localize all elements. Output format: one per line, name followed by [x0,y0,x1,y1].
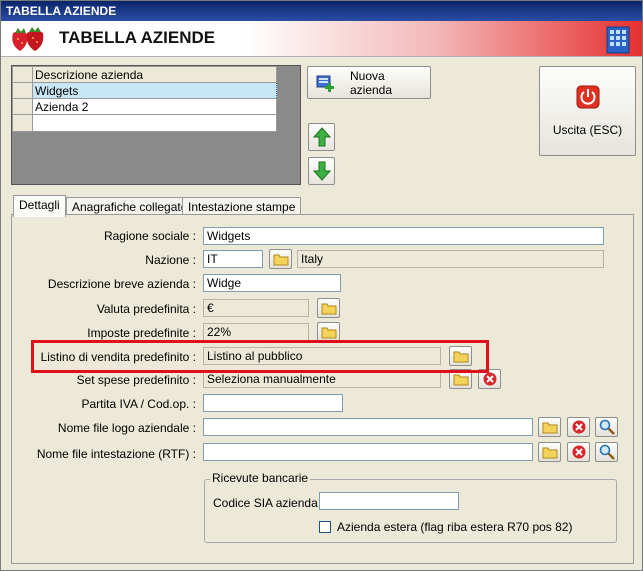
column-header-descrizione[interactable]: Descrizione azienda [32,66,277,83]
azienda-estera-checkbox[interactable] [319,521,331,533]
new-company-label: Nuova azienda [349,68,393,97]
folder-icon [453,374,468,386]
set-spese-label: Set spese predefinito : [76,373,196,387]
table-row[interactable]: Widgets [12,82,277,99]
logo-file-label: Nome file logo aziendale : [57,421,196,435]
row-indicator[interactable] [12,114,33,132]
power-icon [576,85,599,109]
imposte-field: 22% [203,323,309,341]
table-row-new[interactable] [12,114,277,132]
intestazione-file-label: Nome file intestazione (RTF) : [36,447,196,461]
table-header-row: Descrizione azienda [12,66,277,83]
logo-file-field[interactable] [203,418,533,436]
arrow-up-icon [312,127,331,147]
table-cell[interactable]: Widgets [32,82,277,99]
exit-button[interactable]: Uscita (ESC) [539,66,636,156]
move-up-button[interactable] [308,123,335,151]
intestazione-browse-button[interactable] [538,442,561,462]
exit-label: Uscita (ESC) [552,123,623,137]
partita-iva-field[interactable] [203,394,343,412]
row-indicator[interactable] [12,82,33,99]
delete-icon [572,445,585,459]
table-cell[interactable]: Azienda 2 [32,98,277,115]
table-cell[interactable] [32,114,277,132]
add-company-icon [316,75,334,92]
partita-iva-label: Partita IVA / Cod.op. : [81,397,196,411]
window-titlebar: TABELLA AZIENDE [1,1,642,21]
logo-clear-button[interactable] [567,417,590,437]
folder-icon [273,254,288,266]
valuta-label: Valuta predefinita : [96,302,196,316]
nazione-label: Nazione : [145,253,196,267]
logo-preview-button[interactable] [595,417,618,437]
building-icon [606,26,630,54]
highlight-annotation [31,340,489,373]
folder-icon [321,303,336,315]
intestazione-preview-button[interactable] [595,442,618,462]
nazione-code-field[interactable]: IT [203,250,263,268]
company-table: Descrizione azienda Widgets Azienda 2 [12,66,277,132]
folder-icon [542,422,557,434]
folder-icon [321,327,336,339]
delete-icon [483,372,496,386]
magnifier-icon [599,444,615,460]
nazione-browse-button[interactable] [269,249,292,269]
intestazione-file-field[interactable] [203,443,533,461]
move-down-button[interactable] [308,157,335,185]
valuta-browse-button[interactable] [317,298,340,318]
delete-icon [572,420,585,434]
imposte-label: Imposte predefinite : [87,326,196,340]
magnifier-icon [599,419,615,435]
descrizione-breve-label: Descrizione breve azienda : [47,277,196,291]
arrow-down-icon [312,161,331,181]
new-company-button[interactable]: Nuova azienda [307,66,431,99]
banner-title: TABELLA AZIENDE [59,28,216,47]
company-grid[interactable]: Descrizione azienda Widgets Azienda 2 [11,65,301,185]
row-indicator [12,66,33,83]
imposte-browse-button[interactable] [317,322,340,342]
row-indicator[interactable] [12,98,33,115]
logo-browse-button[interactable] [538,417,561,437]
codice-sia-label: Codice SIA azienda : [213,496,325,510]
main-window: TABELLA AZIENDE TABELLA AZIENDE Descrizi… [0,0,643,571]
folder-icon [542,447,557,459]
strawberry-logo-icon [12,27,44,51]
header-banner: TABELLA AZIENDE [1,21,642,57]
ricevute-bancarie-title: Ricevute bancarie [210,471,311,485]
tab-dettagli[interactable]: Dettagli [13,195,66,217]
table-row[interactable]: Azienda 2 [12,98,277,115]
valuta-field: € [203,299,309,317]
descrizione-breve-field[interactable]: Widge [203,274,341,292]
azienda-estera-label: Azienda estera (flag riba estera R70 pos… [337,520,573,534]
nazione-name-field: Italy [297,250,604,268]
codice-sia-field[interactable] [319,492,459,510]
intestazione-clear-button[interactable] [567,442,590,462]
ragione-sociale-field[interactable]: Widgets [203,227,604,245]
ragione-sociale-label: Ragione sociale : [103,229,196,243]
